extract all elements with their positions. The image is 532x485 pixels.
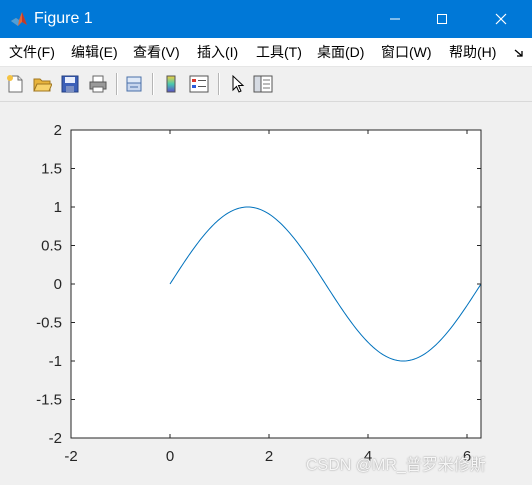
print-icon <box>89 75 107 93</box>
matlab-logo-icon <box>10 10 28 28</box>
y-tick-label: 2 <box>54 122 62 139</box>
new-figure-icon <box>7 75 23 93</box>
watermark: CSDN @MR_普罗米修斯 <box>306 457 486 474</box>
edit-plot-arrow-icon <box>232 74 245 93</box>
y-tick-label: -0.5 <box>36 315 62 332</box>
save-button[interactable] <box>58 72 82 96</box>
menu-insert[interactable]: 插入(I) <box>197 44 238 60</box>
menu-tools[interactable]: 工具(T) <box>256 44 302 60</box>
toolbar <box>0 67 532 102</box>
y-tick-label: 0.5 <box>41 238 62 255</box>
axes-background <box>71 130 481 438</box>
insert-legend-icon <box>189 75 209 93</box>
link-plot-button[interactable] <box>122 72 146 96</box>
toolbar-separator <box>218 73 220 95</box>
maximize-button[interactable] <box>419 0 465 38</box>
toolbar-separator <box>152 73 154 95</box>
minimize-button[interactable] <box>372 0 418 38</box>
close-icon <box>495 13 507 25</box>
insert-legend-button[interactable] <box>187 72 211 96</box>
menu-bar: 文件(F) 编辑(E) 查看(V) 插入(I) 工具(T) 桌面(D) 窗口(W… <box>0 38 532 67</box>
menu-view[interactable]: 查看(V) <box>133 44 180 60</box>
open-file-button[interactable] <box>30 72 54 96</box>
y-tick-label: -1.5 <box>36 392 62 409</box>
window-title: Figure 1 <box>34 10 93 27</box>
property-inspector-icon <box>253 75 273 93</box>
menu-help[interactable]: 帮助(H) <box>449 44 496 60</box>
y-tick-label: 1.5 <box>41 161 62 178</box>
print-button[interactable] <box>86 72 110 96</box>
new-figure-button[interactable] <box>3 72 27 96</box>
menu-edit[interactable]: 编辑(E) <box>71 44 118 60</box>
maximize-icon <box>437 14 447 24</box>
x-tick-label: 0 <box>166 448 174 465</box>
menu-file[interactable]: 文件(F) <box>9 44 55 60</box>
y-tick-label: -2 <box>49 430 62 447</box>
property-inspector-button[interactable] <box>251 72 275 96</box>
close-button[interactable] <box>478 0 524 38</box>
menu-overflow-arrow-icon[interactable] <box>513 46 525 64</box>
link-plot-icon <box>126 76 142 92</box>
x-tick-label: 2 <box>265 448 273 465</box>
toolbar-separator <box>116 73 118 95</box>
y-tick-label: 0 <box>54 276 62 293</box>
minimize-icon <box>390 18 400 20</box>
y-tick-label: -1 <box>49 353 62 370</box>
title-bar: Figure 1 <box>0 0 532 38</box>
edit-plot-button[interactable] <box>225 72 249 96</box>
insert-colorbar-button[interactable] <box>159 72 183 96</box>
menu-desktop[interactable]: 桌面(D) <box>317 44 364 60</box>
plot-svg[interactable]: -2 0 2 4 621.510.50-0.5-1-1.5-2 <box>0 102 532 480</box>
open-file-icon <box>33 78 52 92</box>
insert-colorbar-icon <box>166 75 176 93</box>
figure-canvas[interactable]: -2 0 2 4 6 2 1.5 1 0.5 0 -0.5 -1 -1.5 -2 <box>0 102 532 480</box>
menu-window[interactable]: 窗口(W) <box>381 44 432 60</box>
x-tick-label: -2 <box>64 448 77 465</box>
y-tick-label: 1 <box>54 199 62 216</box>
save-icon <box>61 75 79 93</box>
